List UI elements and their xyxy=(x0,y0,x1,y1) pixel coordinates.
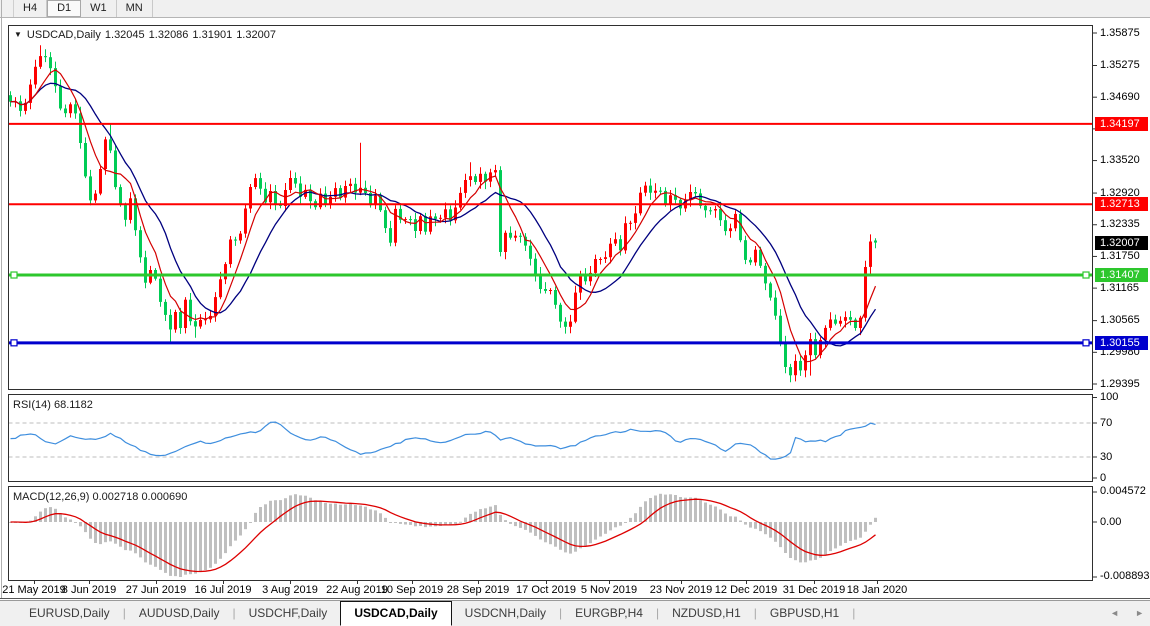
rsi-axis-label: 100 xyxy=(1100,391,1118,403)
rsi-panel-border xyxy=(9,395,1093,482)
chart-open: 1.32045 xyxy=(105,29,145,41)
date-label: 27 Jun 2019 xyxy=(126,584,187,596)
date-label: 17 Oct 2019 xyxy=(516,584,576,596)
tab-separator: | xyxy=(852,601,855,625)
hline-handle-1.31407 xyxy=(11,272,17,278)
price-tick-label: 1.32335 xyxy=(1100,218,1140,230)
price-tick-label: 1.30565 xyxy=(1100,314,1140,326)
symbol-tab-usdcad[interactable]: USDCAD,Daily xyxy=(340,601,451,626)
macd-value: 0.002718 xyxy=(92,491,138,503)
rsi-title: RSI(14) 68.1182 xyxy=(13,399,93,411)
rsi-axis-label: 70 xyxy=(1100,417,1112,429)
rsi-axis-label: 30 xyxy=(1100,451,1112,463)
tab-scrollers: ◄ ► xyxy=(1110,600,1144,626)
date-label: 28 Sep 2019 xyxy=(447,584,509,596)
price-badge-1.34197: 1.34197 xyxy=(1095,117,1148,131)
symbol-tab-usdcnh[interactable]: USDCNH,Daily xyxy=(452,601,559,625)
collapse-icon[interactable]: ▼ xyxy=(14,30,22,39)
chart-low: 1.31901 xyxy=(192,29,232,41)
macd-title: MACD(12,26,9) 0.002718 0.000690 xyxy=(13,491,187,503)
date-label: 5 Nov 2019 xyxy=(581,584,637,596)
symbol-tabbar: EURUSD,Daily|AUDUSD,Daily|USDCHF,DailyUS… xyxy=(0,600,1150,626)
macd-label: MACD(12,26,9) xyxy=(13,491,89,503)
price-tick-label: 1.31750 xyxy=(1100,250,1140,262)
hline-handle-1.31407 xyxy=(1083,272,1089,278)
price-tick-label: 1.34690 xyxy=(1100,91,1140,103)
hline-handle-1.30155 xyxy=(1083,340,1089,346)
price-tick-label: 1.29395 xyxy=(1100,378,1140,390)
trading-terminal-window: H4D1W1MN ▼USDCAD,Daily1.320451.320861.31… xyxy=(0,0,1150,626)
macd-axis-label: 0.00 xyxy=(1100,516,1121,528)
date-label: 10 Sep 2019 xyxy=(381,584,443,596)
date-label: 18 Jan 2020 xyxy=(847,584,908,596)
price-badge-1.32713: 1.32713 xyxy=(1095,197,1148,211)
rsi-value: 68.1182 xyxy=(54,399,93,411)
date-label: 31 Dec 2019 xyxy=(783,584,845,596)
macd-axis-label: -0.008893 xyxy=(1100,570,1150,582)
symbol-tab-nzdusd[interactable]: NZDUSD,H1 xyxy=(659,601,754,625)
date-label: 12 Dec 2019 xyxy=(715,584,777,596)
chart-title: ▼ USDCAD,Daily 1.32045 1.320861.31901 1.3200… xyxy=(14,29,280,41)
symbol-tab-audusd[interactable]: AUDUSD,Daily xyxy=(126,601,233,625)
chart-symbol: USDCAD,Daily xyxy=(27,29,101,41)
price-tick-label: 1.35875 xyxy=(1100,27,1140,39)
price-badge-1.31407: 1.31407 xyxy=(1095,268,1148,282)
macd-signal-value: 0.000690 xyxy=(141,491,187,503)
date-label: 21 May 2019 xyxy=(2,584,66,596)
macd-axis-label: 0.004572 xyxy=(1100,485,1146,497)
macd-histogram xyxy=(9,494,877,577)
symbol-tab-usdchf[interactable]: USDCHF,Daily xyxy=(236,601,341,625)
rsi-axis-label: 0 xyxy=(1100,472,1106,484)
price-tick-label: 1.35275 xyxy=(1100,59,1140,71)
symbol-tab-eurusd[interactable]: EURUSD,Daily xyxy=(16,601,123,625)
price-tick-label: 1.33520 xyxy=(1100,154,1140,166)
date-label: 8 Jun 2019 xyxy=(62,584,116,596)
chart-high: 1.32086 xyxy=(149,29,189,41)
date-label: 23 Nov 2019 xyxy=(650,584,712,596)
current-price-badge: 1.32007 xyxy=(1095,236,1148,250)
symbol-tab-gbpusd[interactable]: GBPUSD,H1 xyxy=(757,601,852,625)
rsi-line xyxy=(11,422,876,459)
date-label: 3 Aug 2019 xyxy=(262,584,318,596)
ma-fast-line xyxy=(11,70,876,362)
date-label: 16 Jul 2019 xyxy=(195,584,252,596)
rsi-label: RSI(14) xyxy=(13,399,51,411)
hline-handle-1.30155 xyxy=(11,340,17,346)
chart-close: 1.32007 xyxy=(236,29,276,41)
scroll-right-arrow[interactable]: ► xyxy=(1135,608,1144,618)
price-badge-1.30155: 1.30155 xyxy=(1095,336,1148,350)
price-tick-label: 1.31165 xyxy=(1100,282,1139,294)
main-panel-border xyxy=(9,26,1093,390)
date-label: 22 Aug 2019 xyxy=(326,584,388,596)
scroll-left-arrow[interactable]: ◄ xyxy=(1110,608,1119,618)
symbol-tab-eurgbp[interactable]: EURGBP,H4 xyxy=(562,601,656,625)
chart-canvas[interactable] xyxy=(0,0,1150,626)
